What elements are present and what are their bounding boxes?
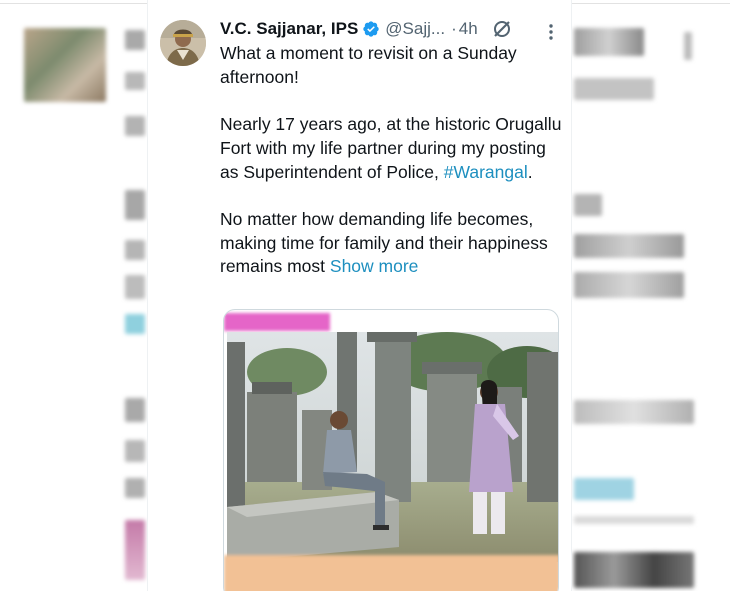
blurred-text [125,190,145,220]
avatar-image [160,20,206,66]
blurred-text [125,478,145,498]
blurred-text [125,275,145,299]
author-handle[interactable]: @Sajj... [385,19,445,39]
blurred-text [125,440,145,462]
blurred-text [125,116,145,136]
tweet-paragraph-2-end: . [527,161,533,182]
blurred-text [125,240,145,260]
blurred-text [574,400,694,424]
header-separator: · [451,19,457,38]
blurred-text [574,28,644,56]
tweet-paragraph-2: Nearly 17 years ago, at the historic Oru… [220,113,566,184]
verified-badge-icon [362,20,380,38]
tweet-text: What a moment to revisit on a Sunday aft… [220,42,566,303]
blurred-text [125,72,145,90]
blurred-avatar [24,28,106,102]
show-more-link[interactable]: Show more [330,256,419,276]
blurred-text [574,78,654,100]
blurred-media-caption [224,555,558,591]
blurred-link [574,478,634,500]
tweet-card[interactable]: V.C. Sajjanar, IPS @Sajj... · 4h What a … [147,0,572,591]
blurred-text [574,234,684,258]
blurred-text [574,272,684,298]
blurred-image [574,552,694,588]
tweet-paragraph-3: No matter how demanding life becomes, ma… [220,208,566,279]
blurred-link [125,314,145,334]
tweet-header: V.C. Sajjanar, IPS @Sajj... · 4h [220,17,512,41]
fort-photo [227,332,558,562]
tweet-media[interactable] [223,309,559,591]
blurred-text [125,30,145,50]
tweet-paragraph-1: What a moment to revisit on a Sunday aft… [220,43,517,87]
author-avatar[interactable] [160,20,206,66]
grok-icon[interactable] [492,19,512,39]
blurred-image [125,520,145,580]
author-name[interactable]: V.C. Sajjanar, IPS [220,19,358,39]
hashtag-link[interactable]: #Warangal [444,162,528,182]
blurred-text [574,194,602,216]
media-photo[interactable] [227,332,558,562]
tweet-timestamp[interactable]: 4h [459,19,478,39]
blurred-text [684,32,692,60]
blurred-text [125,398,145,422]
more-options-icon[interactable] [543,22,559,42]
blurred-media-header [224,313,330,331]
blurred-text [574,516,694,524]
